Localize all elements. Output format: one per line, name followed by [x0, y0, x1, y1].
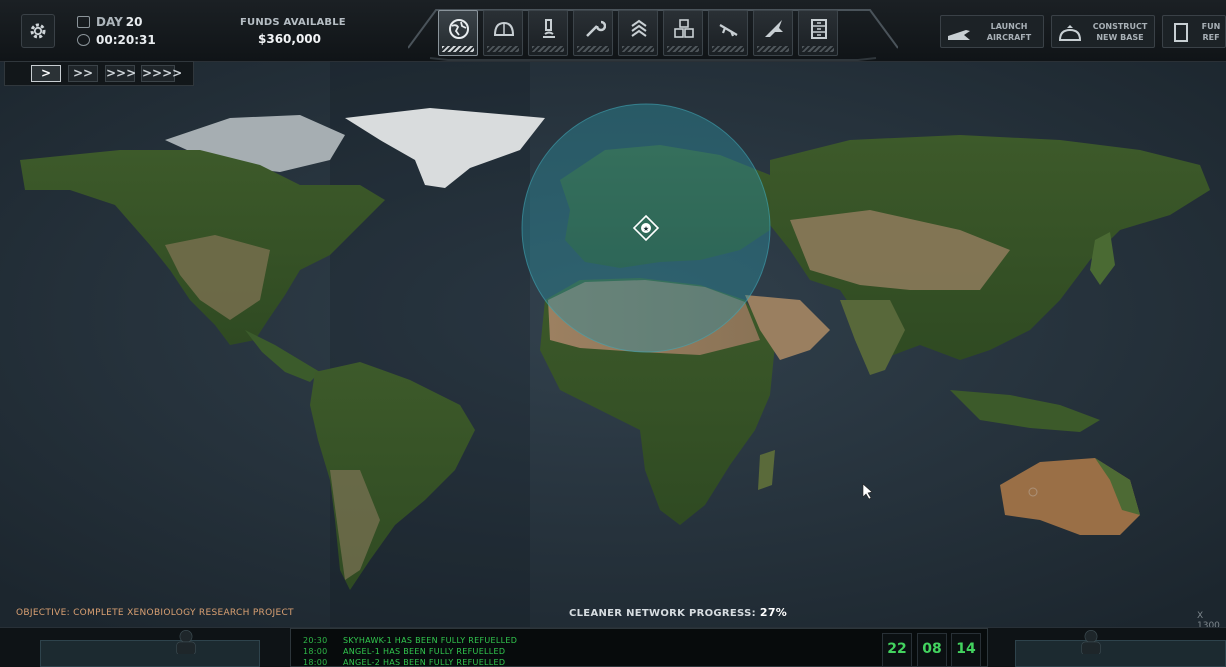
plane-icon [948, 30, 970, 40]
progress-value: 27% [759, 606, 788, 619]
log-entry: 18:00 ANGEL-2 HAS BEEN FULLY REFUELLED [303, 658, 506, 667]
globe-icon [449, 19, 469, 39]
label-line-2: REF [1202, 33, 1220, 42]
svg-text:★: ★ [643, 225, 649, 233]
speed-1-button[interactable]: > [31, 65, 61, 82]
label-line-1: CONSTRUCT [1092, 22, 1148, 31]
crates-icon [674, 19, 694, 38]
nav-research-button[interactable] [528, 10, 568, 56]
progress-label: CLEANER NETWORK PROGRESS: [569, 608, 756, 619]
speed-3-button[interactable]: >>> [105, 65, 136, 82]
game-time: 00:20:31 [96, 33, 156, 47]
label-line-2: NEW BASE [1096, 33, 1144, 42]
log-entry: 18:00 ANGEL-1 HAS BEEN FULLY REFUELLED [303, 647, 506, 656]
button-label: LAUNCH AIRCRAFT [977, 21, 1041, 43]
button-stripe [487, 46, 519, 52]
cabinet-icon [811, 19, 827, 39]
operator-avatar-right [1081, 630, 1101, 654]
objective-text: OBJECTIVE: COMPLETE XENOBIOLOGY RESEARCH… [16, 608, 294, 618]
log-entry: 20:30 SKYHAWK-1 HAS BEEN FULLY REFUELLED [303, 636, 518, 645]
clock-icon [77, 34, 90, 46]
settings-button[interactable] [21, 14, 55, 48]
calendar-icon [77, 16, 90, 28]
dome-icon [493, 21, 515, 36]
label-line-2: AIRCRAFT [986, 33, 1032, 42]
nav-stores-button[interactable] [663, 10, 703, 56]
button-stripe [622, 46, 654, 52]
funds-value: $360,000 [258, 32, 322, 46]
world-map[interactable]: ★ [0, 0, 1226, 667]
clock-seconds: 14 [951, 633, 981, 667]
speed-4-button[interactable]: >>>> [141, 65, 182, 82]
nav-base-button[interactable] [483, 10, 523, 56]
document-icon [1174, 23, 1188, 42]
button-stripe [667, 46, 699, 52]
construct-new-base-button[interactable]: CONSTRUCT NEW BASE [1051, 15, 1155, 48]
clock-hours: 22 [882, 633, 912, 667]
right-console-panel [1015, 630, 1226, 667]
funds-label: FUNDS AVAILABLE [240, 17, 346, 28]
jet-icon [765, 20, 783, 37]
base-icon [1058, 25, 1082, 41]
top-bar: DAY 20 00:20:31 FUNDS AVAILABLE $360,000 … [0, 0, 1226, 62]
button-stripe [532, 46, 564, 52]
nav-archive-button[interactable] [798, 10, 838, 56]
button-stripe [802, 46, 834, 52]
time-speed-controls: > >> >>> >>>> [4, 61, 194, 86]
day-counter: DAY 20 [96, 15, 143, 29]
button-stripe [712, 46, 744, 52]
nav-soldiers-button[interactable] [618, 10, 658, 56]
day-value: 20 [125, 15, 143, 29]
fun-ref-button[interactable]: FUN REF [1162, 15, 1226, 48]
day-label: DAY [96, 15, 123, 29]
button-label: CONSTRUCT NEW BASE [1088, 21, 1152, 43]
operator-avatar-left [176, 630, 196, 654]
button-label: FUN REF [1199, 21, 1223, 43]
button-stripe [442, 46, 474, 52]
network-progress: CLEANER NETWORK PROGRESS: 27% [569, 606, 787, 619]
nav-aircraft-button[interactable] [753, 10, 793, 56]
rifle-icon [719, 24, 738, 37]
gear-icon [30, 23, 46, 39]
label-line-1: FUN [1201, 22, 1221, 31]
nav-weapons-button[interactable] [708, 10, 748, 56]
wrench-icon [586, 20, 606, 37]
label-line-1: LAUNCH [990, 22, 1028, 31]
nav-engineering-button[interactable] [573, 10, 613, 56]
chevron-rank-icon [631, 19, 647, 37]
launch-aircraft-button[interactable]: LAUNCH AIRCRAFT [940, 15, 1044, 48]
speed-2-button[interactable]: >> [68, 65, 98, 82]
button-stripe [757, 46, 789, 52]
clock-minutes: 08 [917, 633, 947, 667]
nav-geoscape-button[interactable] [438, 10, 478, 56]
microscope-icon [543, 19, 555, 38]
left-console-panel [40, 630, 260, 667]
button-stripe [577, 46, 609, 52]
